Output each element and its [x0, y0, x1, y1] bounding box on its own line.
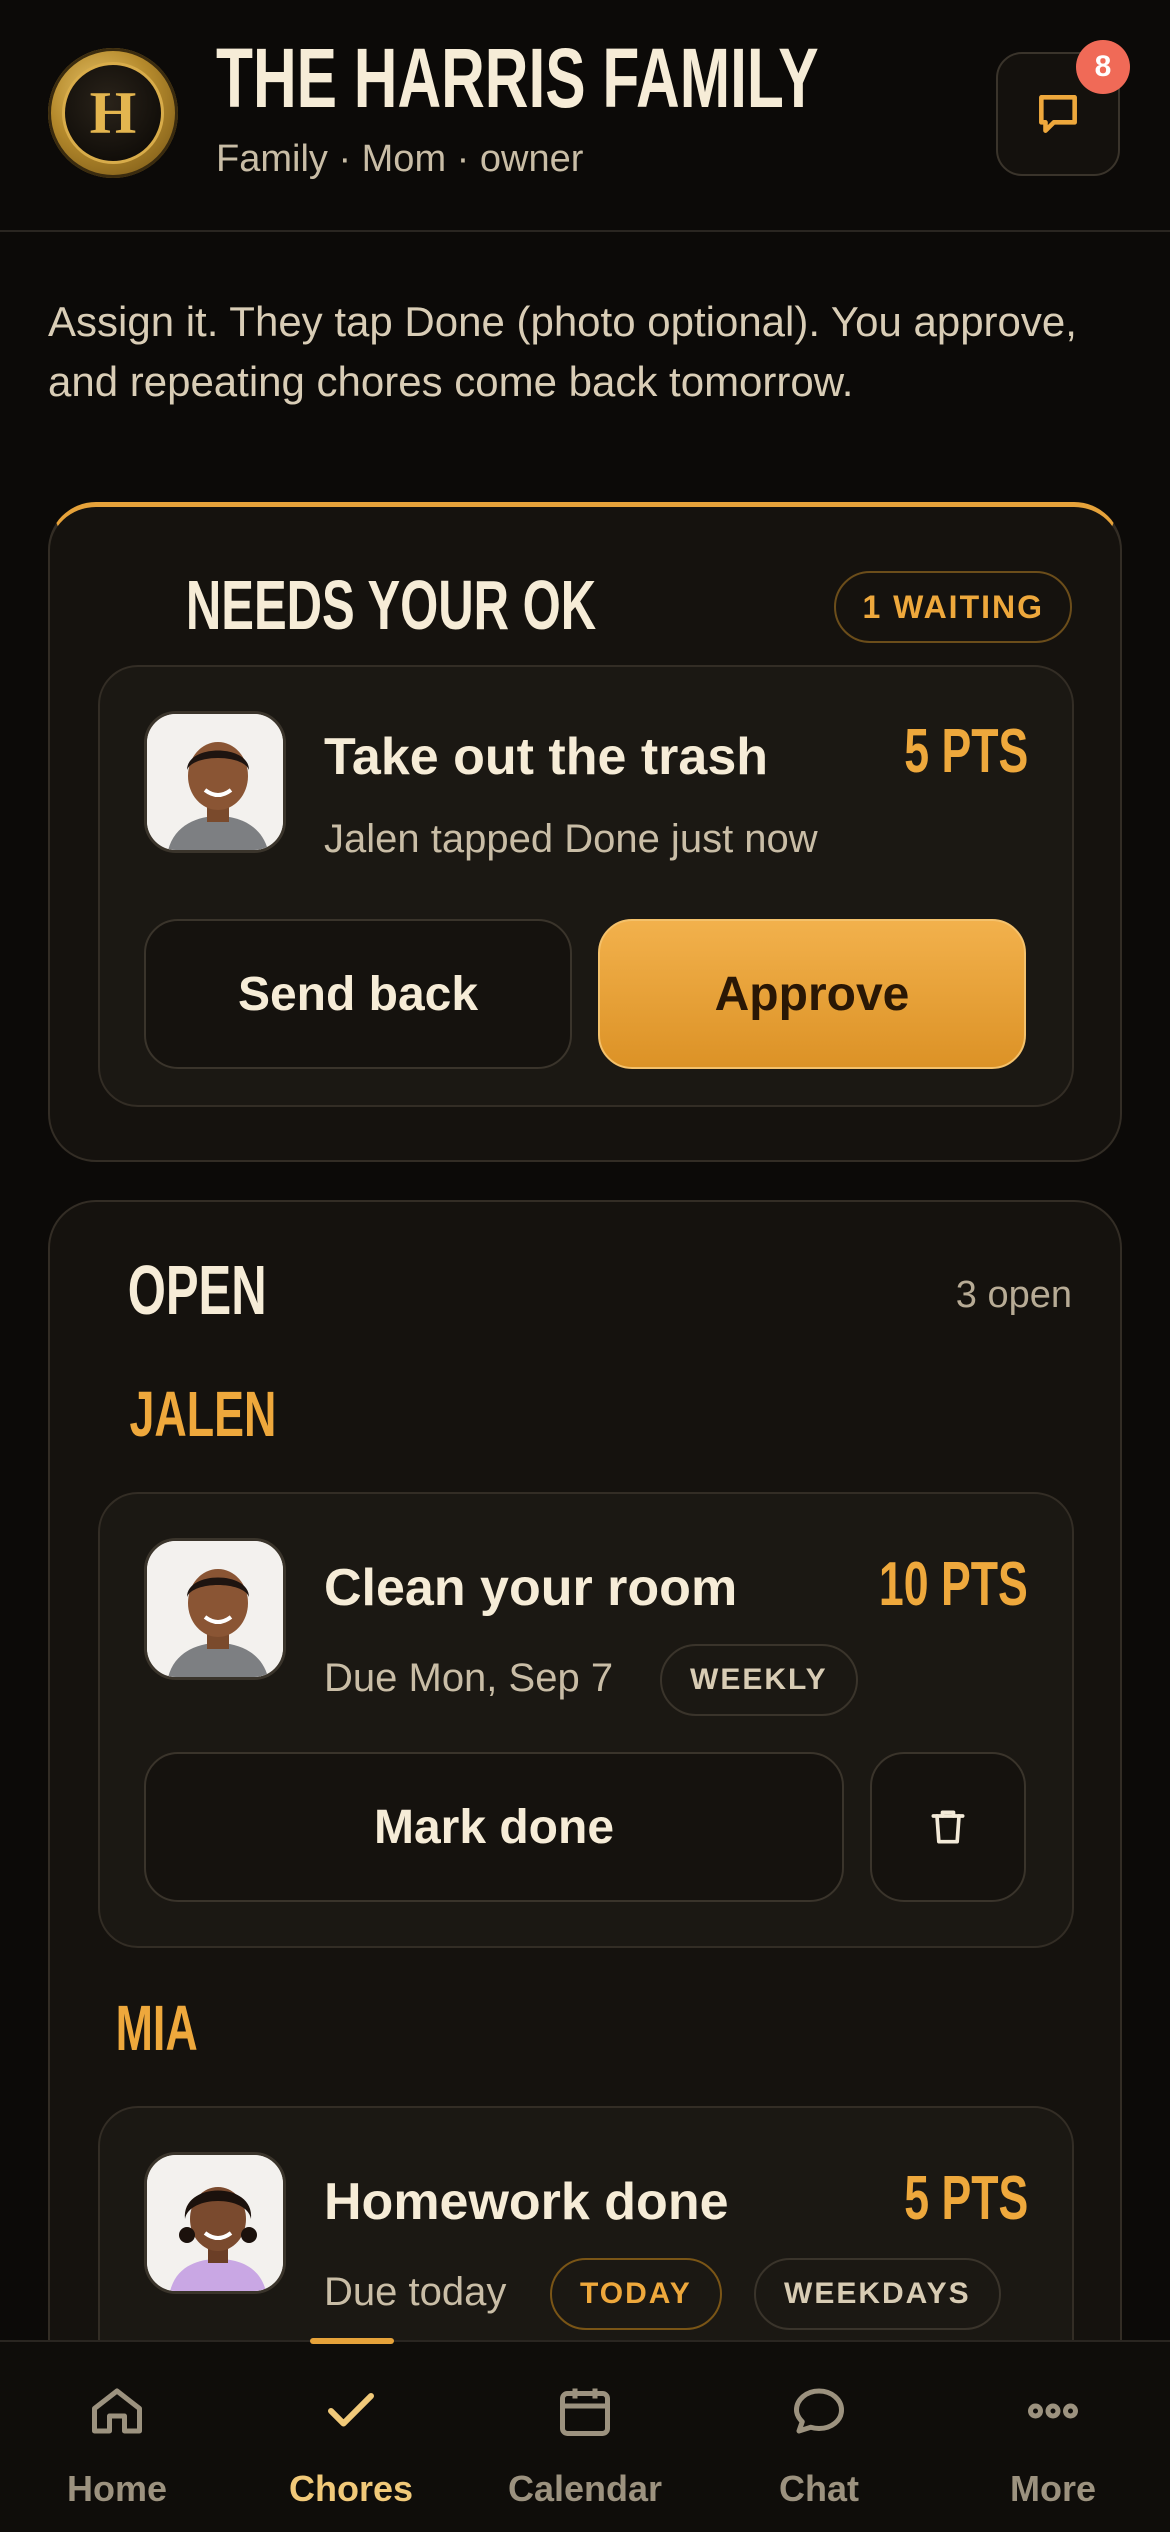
chore-points: 10 PTS [879, 1550, 1028, 1619]
family-title: THE HARRIS FAMILY [216, 31, 819, 125]
nav-label: Chores [288, 2468, 414, 2509]
kid-header-jalen: JALEN [129, 1378, 277, 1450]
chore-due: Due today [324, 2270, 507, 2314]
repeat-tag: WEEKDAYS [754, 2258, 1001, 2330]
chore-status: Jalen tapped Done just now [324, 817, 818, 861]
app-header: H THE HARRIS FAMILY Family · Mom · owner… [0, 0, 1170, 232]
avatar-jalen [144, 1538, 286, 1680]
repeat-tag: WEEKLY [660, 1644, 858, 1716]
nav-label: More [1009, 2468, 1096, 2509]
nav-calendar[interactable]: Calendar [468, 2342, 702, 2532]
send-back-button[interactable]: Send back [144, 919, 572, 1069]
nav-home[interactable]: Home [0, 2342, 234, 2532]
calendar-icon [560, 2388, 610, 2436]
nav-label: Home [66, 2468, 168, 2509]
check-icon [328, 2393, 374, 2427]
avatar-mia [144, 2152, 286, 2294]
nav-chat[interactable]: Chat [702, 2342, 936, 2532]
chore-points: 5 PTS [903, 717, 1028, 786]
approve-button[interactable]: Approve [598, 919, 1026, 1069]
chat-bubble-icon [794, 2388, 844, 2434]
intro-text: Assign it. They tap Done (photo optional… [48, 298, 1077, 405]
chore-title: Take out the trash [324, 728, 769, 786]
open-chores-card: OPEN 3 open JALEN Clean your room 10 PTS… [48, 1200, 1122, 2532]
nav-chores[interactable]: Chores [234, 2342, 468, 2532]
more-dots-icon [1028, 2403, 1078, 2419]
mark-done-button[interactable]: Mark done [144, 1752, 844, 1902]
chore-title: Homework done [324, 2173, 729, 2231]
delete-button[interactable] [870, 1752, 1026, 1902]
nav-label: Calendar [507, 2468, 663, 2509]
waiting-badge: 1 WAITING [834, 571, 1072, 643]
chore-title: Clean your room [324, 1559, 738, 1617]
bottom-nav: Home Chores Calendar Chat More [0, 2340, 1170, 2532]
home-icon [92, 2388, 142, 2434]
crest-letter: H [89, 79, 137, 146]
open-count: 3 open [955, 1274, 1072, 1316]
pending-chore: Take out the trash 5 PTS Jalen tapped Do… [98, 665, 1074, 1107]
nav-label: Chat [779, 2468, 859, 2509]
open-title: OPEN [127, 1251, 267, 1329]
needs-ok-title: NEEDS YOUR OK [185, 566, 597, 644]
trash-icon [931, 1810, 965, 1844]
active-tab-indicator [310, 2338, 394, 2344]
chore-due: Due Mon, Sep 7 [324, 1656, 614, 1700]
family-crest-logo: H [48, 48, 178, 178]
message-icon [1039, 95, 1077, 133]
chore-points: 5 PTS [903, 2164, 1028, 2233]
avatar-jalen [144, 711, 286, 853]
notification-badge: 8 [1076, 40, 1130, 94]
today-tag: TODAY [550, 2258, 722, 2330]
chore-item: Clean your room 10 PTS Due Mon, Sep 7 WE… [98, 1492, 1074, 1948]
family-subtitle: Family · Mom · owner [216, 138, 584, 180]
needs-ok-card: NEEDS YOUR OK 1 WAITING Take out the tra… [48, 502, 1122, 1162]
nav-more[interactable]: More [936, 2342, 1170, 2532]
kid-header-mia: MIA [115, 1992, 198, 2064]
